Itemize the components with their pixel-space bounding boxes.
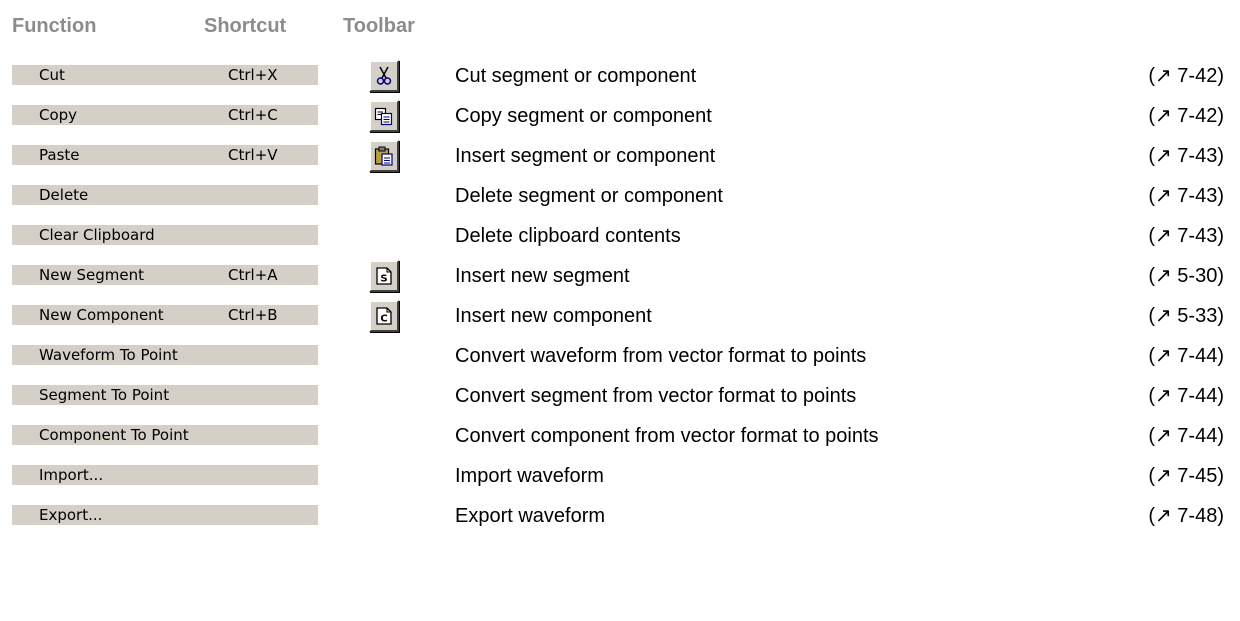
row-description: Convert segment from vector format to po…	[455, 385, 857, 407]
menu-item-shortcut: Ctrl+X	[228, 66, 278, 84]
menu-item-label: New Segment	[39, 266, 144, 284]
menu-item-label: Cut	[39, 66, 65, 84]
row-description: Insert new component	[455, 305, 652, 327]
menu-item-shortcut: Ctrl+A	[228, 266, 278, 284]
page-reference: (↗ 7-44)	[1148, 345, 1224, 367]
toolbar-button-paste[interactable]	[369, 140, 399, 172]
page-reference: (↗ 7-44)	[1148, 385, 1224, 407]
svg-text:C: C	[380, 314, 387, 325]
toolbar-button-copy[interactable]	[369, 100, 399, 132]
row-description: Convert waveform from vector format to p…	[455, 345, 867, 367]
menu-item-label: Copy	[39, 106, 78, 124]
toolbar-button-new-segment[interactable]: S	[369, 260, 399, 292]
function-row-cut: Cut Ctrl+X Cut segment or component (↗ 7…	[0, 56, 1240, 96]
menu-item-label: Export...	[39, 506, 103, 524]
menu-item-label: Segment To Point	[39, 386, 170, 404]
function-row-segment-to-point: Segment To Point Convert segment from ve…	[0, 376, 1240, 416]
function-row-clear-clipboard: Clear Clipboard Delete clipboard content…	[0, 216, 1240, 256]
function-row-waveform-to-point: Waveform To Point Convert waveform from …	[0, 336, 1240, 376]
menu-item-copy[interactable]: Copy Ctrl+C	[12, 105, 318, 125]
page-reference: (↗ 7-43)	[1148, 145, 1224, 167]
page-reference: (↗ 7-44)	[1148, 425, 1224, 447]
menu-item-label: Clear Clipboard	[39, 226, 155, 244]
function-row-import: Import... Import waveform (↗ 7-45)	[0, 456, 1240, 496]
menu-item-new-segment[interactable]: New Segment Ctrl+A	[12, 265, 318, 285]
function-row-component-to-point: Component To Point Convert component fro…	[0, 416, 1240, 456]
row-description: Export waveform	[455, 505, 606, 527]
menu-item-paste[interactable]: Paste Ctrl+V	[12, 145, 318, 165]
page-reference: (↗ 5-33)	[1148, 305, 1224, 327]
page-reference: (↗ 7-45)	[1148, 465, 1224, 487]
menu-item-delete[interactable]: Delete	[12, 185, 318, 205]
page-reference: (↗ 7-43)	[1148, 225, 1224, 247]
menu-item-cut[interactable]: Cut Ctrl+X	[12, 65, 318, 85]
toolbar-button-new-component[interactable]: C	[369, 300, 399, 332]
row-description: Delete clipboard contents	[455, 225, 681, 247]
menu-item-segment-to-point[interactable]: Segment To Point	[12, 385, 318, 405]
row-description: Copy segment or component	[455, 105, 712, 127]
function-row-paste: Paste Ctrl+V Insert segment or component…	[0, 136, 1240, 176]
svg-text:S: S	[380, 274, 387, 285]
menu-item-import[interactable]: Import...	[12, 465, 318, 485]
shortcut-column-header: Shortcut	[204, 15, 287, 37]
toolbar-button-cut[interactable]	[369, 60, 399, 92]
menu-item-clear-clipboard[interactable]: Clear Clipboard	[12, 225, 318, 245]
row-description: Insert new segment	[455, 265, 630, 287]
row-description: Import waveform	[455, 465, 604, 487]
row-description: Insert segment or component	[455, 145, 716, 167]
page: { "headers": { "function": "Function", "…	[0, 0, 1240, 621]
menu-item-shortcut: Ctrl+V	[228, 146, 278, 164]
function-row-delete: Delete Delete segment or component (↗ 7-…	[0, 176, 1240, 216]
function-row-copy: Copy Ctrl+C Copy segment or component (↗…	[0, 96, 1240, 136]
menu-item-label: Component To Point	[39, 426, 189, 444]
menu-item-component-to-point[interactable]: Component To Point	[12, 425, 318, 445]
menu-item-label: Import...	[39, 466, 104, 484]
menu-item-label: Delete	[39, 186, 89, 204]
page-reference: (↗ 7-43)	[1148, 185, 1224, 207]
menu-item-export[interactable]: Export...	[12, 505, 318, 525]
page-reference: (↗ 7-42)	[1148, 105, 1224, 127]
menu-item-label: Paste	[39, 146, 80, 164]
menu-item-new-component[interactable]: New Component Ctrl+B	[12, 305, 318, 325]
toolbar-column-header: Toolbar	[343, 15, 415, 37]
page-reference: (↗ 7-48)	[1148, 505, 1224, 527]
page-reference: (↗ 5-30)	[1148, 265, 1224, 287]
row-description: Convert component from vector format to …	[455, 425, 879, 447]
function-row-new-segment: New Segment Ctrl+A S Insert new segment …	[0, 256, 1240, 296]
menu-item-label: New Component	[39, 306, 164, 324]
function-row-new-component: New Component Ctrl+B C Insert new compon…	[0, 296, 1240, 336]
function-column-header: Function	[12, 15, 97, 37]
row-description: Cut segment or component	[455, 65, 697, 87]
menu-item-shortcut: Ctrl+C	[228, 106, 278, 124]
menu-item-shortcut: Ctrl+B	[228, 306, 278, 324]
function-row-export: Export... Export waveform (↗ 7-48)	[0, 496, 1240, 536]
menu-item-label: Waveform To Point	[39, 346, 178, 364]
menu-item-waveform-to-point[interactable]: Waveform To Point	[12, 345, 318, 365]
row-description: Delete segment or component	[455, 185, 723, 207]
page-reference: (↗ 7-42)	[1148, 65, 1224, 87]
